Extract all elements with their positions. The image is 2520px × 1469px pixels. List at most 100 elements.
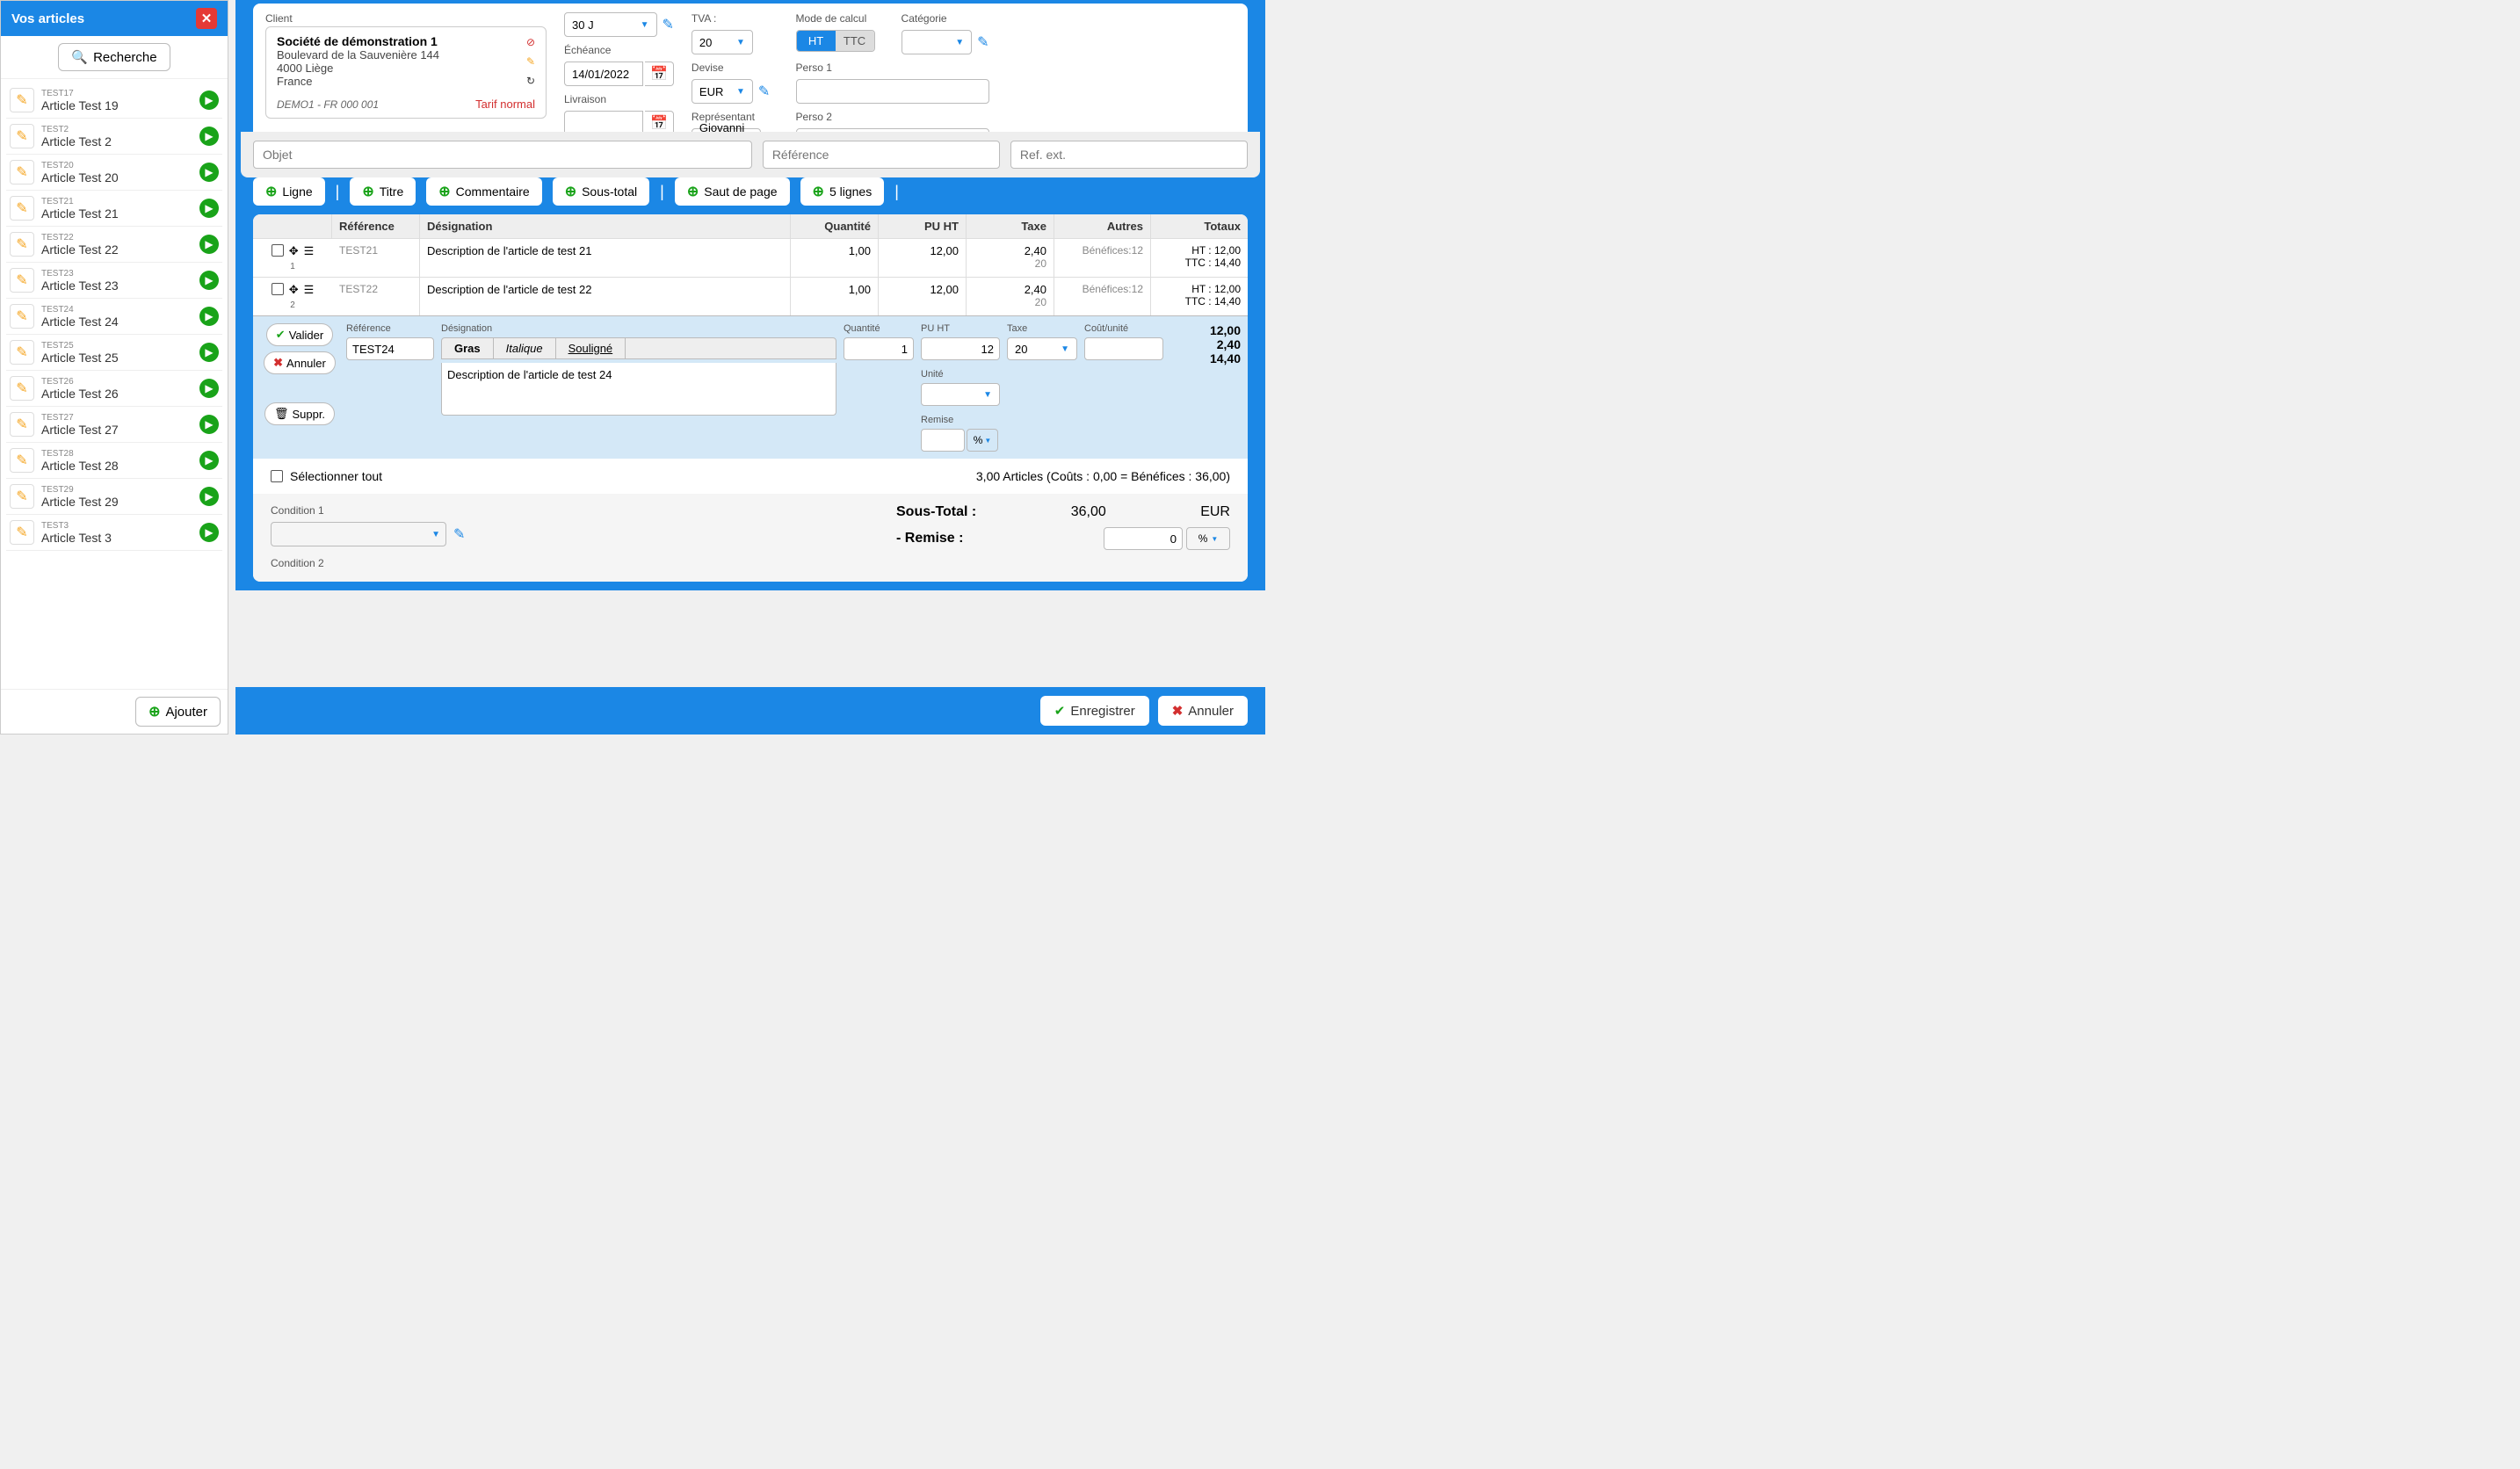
select-all-checkbox[interactable] xyxy=(271,470,283,482)
article-item[interactable]: ✎TEST20Article Test 20▶ xyxy=(6,155,222,191)
article-code: TEST21 xyxy=(41,197,199,206)
underline-button[interactable]: Souligné xyxy=(556,338,626,358)
echeance-input[interactable] xyxy=(564,62,643,86)
cell-totaux: HT : 12,00TTC : 14,40 xyxy=(1151,239,1248,277)
cell-desig: Description de l'article de test 22 xyxy=(420,278,791,315)
add-saut-button[interactable]: ⊕Saut de page xyxy=(675,177,790,206)
article-code: TEST3 xyxy=(41,521,199,531)
echeance-calendar-icon[interactable]: 📅 xyxy=(645,62,674,86)
list-icon[interactable]: ☰ xyxy=(304,244,315,258)
suppr-button[interactable]: 🗑Suppr. xyxy=(264,402,335,425)
article-item[interactable]: ✎TEST21Article Test 21▶ xyxy=(6,191,222,227)
insert-article-button[interactable]: ▶ xyxy=(199,415,219,434)
close-sidebar-button[interactable]: ✕ xyxy=(196,8,217,29)
row-checkbox[interactable] xyxy=(272,244,284,257)
article-list[interactable]: ✎TEST17Article Test 19▶✎TEST2Article Tes… xyxy=(1,79,228,689)
objet-input[interactable] xyxy=(253,141,752,169)
annuler-edit-button[interactable]: ✖Annuler xyxy=(264,351,336,374)
terms-select[interactable]: 30 J▼ xyxy=(564,12,657,37)
edit-client-icon[interactable]: ✎ xyxy=(523,54,539,69)
article-item[interactable]: ✎TEST25Article Test 25▶ xyxy=(6,335,222,371)
edit-cout-input[interactable] xyxy=(1084,337,1163,360)
chevron-down-icon: ▼ xyxy=(955,38,964,47)
edit-taxe-select[interactable]: 20▼ xyxy=(1007,337,1077,360)
insert-article-button[interactable]: ▶ xyxy=(199,451,219,470)
italic-button[interactable]: Italique xyxy=(494,338,556,358)
insert-article-button[interactable]: ▶ xyxy=(199,379,219,398)
cell-taxe: 2,4020 xyxy=(967,278,1054,315)
insert-article-button[interactable]: ▶ xyxy=(199,523,219,542)
insert-article-button[interactable]: ▶ xyxy=(199,307,219,326)
add-titre-button[interactable]: ⊕Titre xyxy=(350,177,416,206)
move-icon[interactable]: ✥ xyxy=(289,283,299,297)
perso1-input[interactable] xyxy=(796,79,989,104)
article-code: TEST26 xyxy=(41,377,199,387)
cancel-button[interactable]: ✖Annuler xyxy=(1158,696,1248,726)
edit-qty-input[interactable] xyxy=(844,337,914,360)
cell-pu: 12,00 xyxy=(879,278,967,315)
add-commentaire-button[interactable]: ⊕Commentaire xyxy=(426,177,541,206)
ttc-toggle[interactable]: TTC xyxy=(836,31,874,51)
edit-devise-icon[interactable]: ✎ xyxy=(758,83,770,100)
reference-input[interactable] xyxy=(763,141,1000,169)
add-5lignes-button[interactable]: ⊕5 lignes xyxy=(800,177,885,206)
bold-button[interactable]: Gras xyxy=(442,338,494,358)
article-item[interactable]: ✎TEST2Article Test 2▶ xyxy=(6,119,222,155)
mode-toggle[interactable]: HT TTC xyxy=(796,30,875,52)
insert-article-button[interactable]: ▶ xyxy=(199,487,219,506)
remise-input[interactable] xyxy=(1104,527,1183,550)
valider-button[interactable]: ✔Valider xyxy=(266,323,333,346)
pencil-icon: ✎ xyxy=(10,520,34,545)
save-button[interactable]: ✔Enregistrer xyxy=(1040,696,1149,726)
add-soustotal-button[interactable]: ⊕Sous-total xyxy=(553,177,649,206)
refext-input[interactable] xyxy=(1010,141,1248,169)
table-row[interactable]: ✥☰2TEST22Description de l'article de tes… xyxy=(253,277,1248,315)
chevron-down-icon: ▼ xyxy=(984,437,991,445)
article-item[interactable]: ✎TEST23Article Test 23▶ xyxy=(6,263,222,299)
insert-article-button[interactable]: ▶ xyxy=(199,163,219,182)
categorie-select[interactable]: ▼ xyxy=(902,30,973,54)
edit-desig-textarea[interactable]: Description de l'article de test 24 xyxy=(441,363,836,416)
article-item[interactable]: ✎TEST24Article Test 24▶ xyxy=(6,299,222,335)
article-item[interactable]: ✎TEST22Article Test 22▶ xyxy=(6,227,222,263)
article-item[interactable]: ✎TEST27Article Test 27▶ xyxy=(6,407,222,443)
article-item[interactable]: ✎TEST17Article Test 19▶ xyxy=(6,83,222,119)
edit-ref-input[interactable] xyxy=(346,337,434,360)
pencil-icon: ✎ xyxy=(10,160,34,185)
edit-unite-select[interactable]: ▼ xyxy=(921,383,1000,406)
article-item[interactable]: ✎TEST26Article Test 26▶ xyxy=(6,371,222,407)
table-row[interactable]: ✥☰1TEST21Description de l'article de tes… xyxy=(253,238,1248,277)
chevron-down-icon: ▼ xyxy=(641,20,649,30)
remove-client-icon[interactable]: ⊘ xyxy=(523,34,539,50)
ht-toggle[interactable]: HT xyxy=(797,31,836,51)
devise-select[interactable]: EUR▼ xyxy=(692,79,753,104)
edit-pu-input[interactable] xyxy=(921,337,1000,360)
insert-article-button[interactable]: ▶ xyxy=(199,271,219,290)
insert-article-button[interactable]: ▶ xyxy=(199,127,219,146)
move-icon[interactable]: ✥ xyxy=(289,244,299,258)
add-article-button[interactable]: ⊕ Ajouter xyxy=(135,697,221,727)
articles-sidebar: Vos articles ✕ 🔍 Recherche ✎TEST17Articl… xyxy=(0,0,228,734)
add-ligne-button[interactable]: ⊕Ligne xyxy=(253,177,325,206)
article-item[interactable]: ✎TEST28Article Test 28▶ xyxy=(6,443,222,479)
tva-select[interactable]: 20▼ xyxy=(692,30,753,54)
pencil-icon: ✎ xyxy=(10,448,34,473)
insert-article-button[interactable]: ▶ xyxy=(199,343,219,362)
condition1-select[interactable]: ▼ xyxy=(271,522,446,546)
edit-condition1-icon[interactable]: ✎ xyxy=(453,525,465,543)
search-button[interactable]: 🔍 Recherche xyxy=(58,43,170,71)
refresh-client-icon[interactable]: ↻ xyxy=(523,73,539,89)
insert-article-button[interactable]: ▶ xyxy=(199,235,219,254)
row-checkbox[interactable] xyxy=(272,283,284,295)
edit-remise-unit[interactable]: %▼ xyxy=(967,429,998,452)
article-item[interactable]: ✎TEST29Article Test 29▶ xyxy=(6,479,222,515)
insert-article-button[interactable]: ▶ xyxy=(199,199,219,218)
cancel-icon: ✖ xyxy=(273,356,283,370)
insert-article-button[interactable]: ▶ xyxy=(199,90,219,110)
edit-terms-icon[interactable]: ✎ xyxy=(663,16,674,33)
edit-categorie-icon[interactable]: ✎ xyxy=(977,33,988,51)
remise-unit-select[interactable]: %▼ xyxy=(1186,527,1230,550)
list-icon[interactable]: ☰ xyxy=(304,283,315,297)
edit-remise-input[interactable] xyxy=(921,429,965,452)
article-item[interactable]: ✎TEST3Article Test 3▶ xyxy=(6,515,222,551)
